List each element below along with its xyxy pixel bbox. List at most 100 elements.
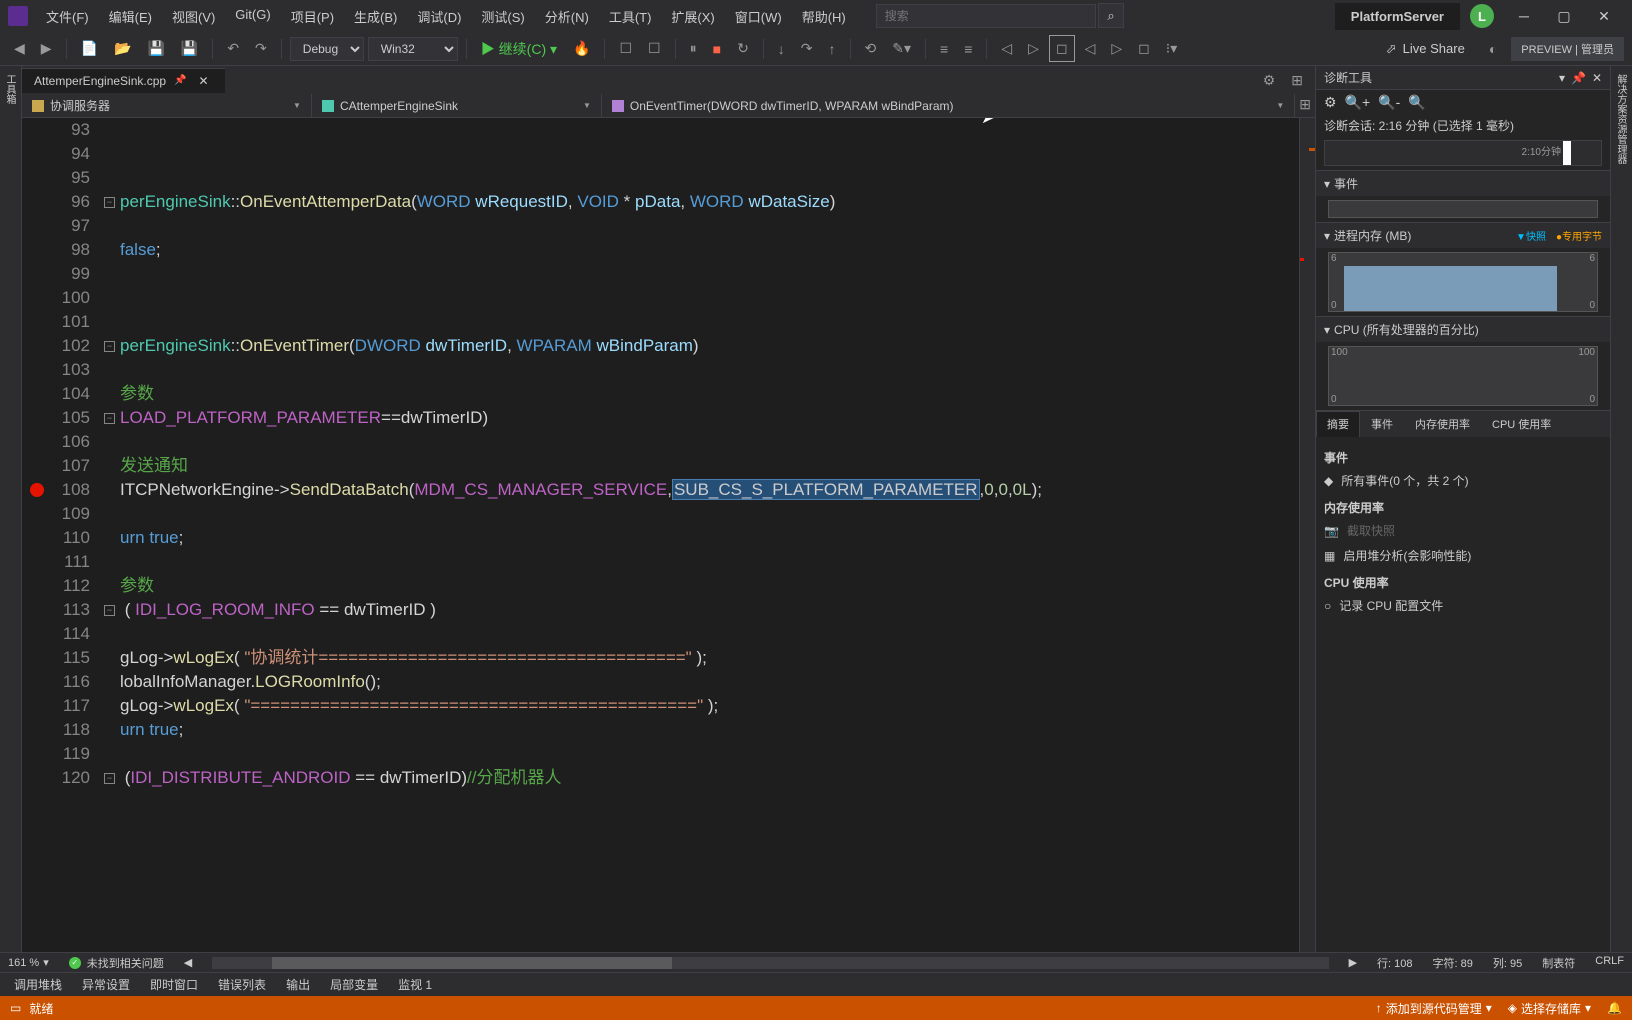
pin-icon[interactable]: 📌 <box>174 75 186 86</box>
source-control-button[interactable]: ↑ 添加到源代码管理 ▾ <box>1376 1000 1492 1017</box>
bookmark-next-icon[interactable]: ▷ <box>1022 36 1045 61</box>
code-line[interactable]: gLog->wLogEx( "=========================… <box>120 694 1299 718</box>
code-line[interactable]: 参数 <box>120 574 1299 598</box>
menu-item[interactable]: Git(G) <box>225 1 280 32</box>
code-line[interactable]: ITCPNetworkEngine->SendDataBatch(MDM_CS_… <box>120 478 1299 502</box>
menu-item[interactable]: 编辑(E) <box>99 1 162 32</box>
menu-item[interactable]: 测试(S) <box>471 1 534 32</box>
tool-icon-a[interactable]: ⟲ <box>859 36 883 61</box>
diag-tab[interactable]: 摘要 <box>1316 411 1360 437</box>
nav-class[interactable]: CAttemperEngineSink ▼ <box>312 94 602 117</box>
feedback-icon[interactable]: ◐ <box>1483 37 1503 61</box>
open-icon[interactable]: 📂 <box>108 36 137 61</box>
diag-heap-btn[interactable]: ▦ 启用堆分析(会影响性能) <box>1324 543 1602 568</box>
code-line[interactable] <box>120 262 1299 286</box>
new-project-icon[interactable]: 📄 <box>75 36 104 61</box>
horizontal-scrollbar[interactable] <box>212 957 1328 969</box>
code-line[interactable] <box>120 358 1299 382</box>
diag-all-events[interactable]: ◆ 所有事件(0 个，共 2 个) <box>1324 468 1602 493</box>
scroll-right-icon[interactable]: ▶ <box>1349 956 1357 969</box>
fold-toggle[interactable]: − <box>104 605 115 616</box>
continue-button[interactable]: ▶ 继续(C) ▾ <box>475 35 563 63</box>
code-line[interactable]: perEngineSink::OnEventTimer(DWORD dwTime… <box>120 334 1299 358</box>
output-tab[interactable]: 调用堆栈 <box>4 973 72 996</box>
menu-item[interactable]: 扩展(X) <box>661 1 724 32</box>
overflow-icon[interactable]: ⁝▾ <box>1160 36 1183 61</box>
code-line[interactable]: ( IDI_LOG_ROOM_INFO == dwTimerID ) <box>120 598 1299 622</box>
diag-memory-header[interactable]: ▾ 进程内存 (MB) ▼快照 ●专用字节 <box>1316 223 1610 248</box>
close-button[interactable]: ✕ <box>1584 0 1624 32</box>
code-line[interactable] <box>120 214 1299 238</box>
back-button[interactable]: ◀ <box>8 36 31 61</box>
panel-close-icon[interactable]: ✕ <box>1592 71 1602 85</box>
code-line[interactable] <box>120 310 1299 334</box>
menu-item[interactable]: 生成(B) <box>344 1 407 32</box>
redo-button[interactable]: ↷ <box>249 36 273 61</box>
vertical-scrollbar[interactable] <box>1299 118 1315 952</box>
tab-new-icon[interactable]: ⊞ <box>1285 68 1309 93</box>
menu-item[interactable]: 项目(P) <box>281 1 344 32</box>
diag-zoomin-icon[interactable]: 🔍+ <box>1345 94 1371 111</box>
fold-toggle[interactable]: − <box>104 413 115 424</box>
liveshare-button[interactable]: ⬀ Live Share <box>1376 37 1475 61</box>
menu-item[interactable]: 工具(T) <box>599 1 662 32</box>
code-content[interactable]: perEngineSink::OnEventAttemperData(WORD … <box>120 118 1299 952</box>
output-tab[interactable]: 监视 1 <box>388 973 442 996</box>
scrollbar-thumb[interactable] <box>272 957 672 969</box>
bookmark-toggle-icon[interactable]: ◻ <box>1049 35 1075 62</box>
pause-button[interactable]: ⏸ <box>684 36 703 61</box>
uncomment-icon[interactable]: ≡ <box>958 37 978 61</box>
menu-item[interactable]: 窗口(W) <box>725 1 792 32</box>
save-icon[interactable]: 💾 <box>141 36 170 61</box>
step-out-icon[interactable]: ↑ <box>823 37 842 61</box>
step-over-icon[interactable]: ↷ <box>795 36 819 61</box>
menu-item[interactable]: 视图(V) <box>162 1 225 32</box>
code-line[interactable] <box>120 742 1299 766</box>
code-line[interactable]: (IDI_DISTRIBUTE_ANDROID == dwTimerID)//分… <box>120 766 1299 790</box>
diag-cpu-header[interactable]: ▾ CPU (所有处理器的百分比) <box>1316 317 1610 342</box>
maximize-button[interactable]: ▢ <box>1544 0 1584 32</box>
undo-button[interactable]: ↶ <box>221 36 245 61</box>
nav-function[interactable]: OnEventTimer(DWORD dwTimerID, WPARAM wBi… <box>602 94 1295 117</box>
step-icon-1[interactable]: ☐ <box>613 36 638 61</box>
menu-item[interactable]: 文件(F) <box>36 1 99 32</box>
diag-tab[interactable]: 事件 <box>1360 411 1404 437</box>
search-icon[interactable]: ⌕ <box>1098 3 1123 28</box>
code-line[interactable]: lobalInfoManager.LOGRoomInfo(); <box>120 670 1299 694</box>
right-tab-explorer[interactable]: 解决方案资源管理器 <box>1611 66 1630 172</box>
fold-gutter[interactable]: −−−−− <box>102 118 120 952</box>
tool-icon-b[interactable]: ✎▾ <box>886 36 917 61</box>
code-line[interactable]: 参数 <box>120 382 1299 406</box>
output-tab[interactable]: 异常设置 <box>72 973 140 996</box>
tab-settings-icon[interactable]: ⚙ <box>1257 68 1282 93</box>
code-line[interactable]: gLog->wLogEx( "协调统计=====================… <box>120 646 1299 670</box>
stop-button[interactable]: ■ <box>707 37 727 61</box>
bookmark-icon-5[interactable]: ▷ <box>1105 36 1128 61</box>
step-icon-2[interactable]: ☐ <box>642 36 667 61</box>
notification-icon[interactable]: 🔔 <box>1607 1001 1622 1015</box>
diag-settings-icon[interactable]: ⚙ <box>1324 94 1337 111</box>
code-line[interactable]: perEngineSink::OnEventAttemperData(WORD … <box>120 190 1299 214</box>
output-tab[interactable]: 输出 <box>276 973 320 996</box>
diag-tab[interactable]: CPU 使用率 <box>1481 411 1562 437</box>
nav-scope[interactable]: 协调服务器 ▼ <box>22 94 312 117</box>
menu-item[interactable]: 分析(N) <box>535 1 599 32</box>
user-avatar[interactable]: L <box>1470 4 1494 28</box>
panel-dropdown-icon[interactable]: ▾ <box>1559 71 1565 85</box>
forward-button[interactable]: ▶ <box>35 36 58 61</box>
scroll-left-icon[interactable]: ◀ <box>184 956 192 969</box>
nav-split-icon[interactable]: ⊞ <box>1295 94 1315 117</box>
project-name[interactable]: PlatformServer <box>1335 3 1460 30</box>
step-into-icon[interactable]: ↓ <box>772 37 791 61</box>
bookmark-icon-4[interactable]: ◁ <box>1079 36 1102 61</box>
code-editor[interactable]: 9394959697989910010110210310410510610710… <box>22 118 1315 952</box>
comment-icon[interactable]: ≡ <box>934 37 954 61</box>
breakpoint-dot[interactable] <box>30 483 44 497</box>
code-line[interactable]: urn true; <box>120 526 1299 550</box>
minimize-button[interactable]: ─ <box>1504 0 1544 32</box>
diag-zoomout-icon[interactable]: 🔍- <box>1378 94 1400 111</box>
breakpoint-gutter[interactable] <box>22 118 52 952</box>
document-tab-active[interactable]: AttemperEngineSink.cpp 📌 ✕ <box>22 68 225 93</box>
diag-tab[interactable]: 内存使用率 <box>1404 411 1481 437</box>
platform-dropdown[interactable]: Win32 <box>368 37 458 61</box>
